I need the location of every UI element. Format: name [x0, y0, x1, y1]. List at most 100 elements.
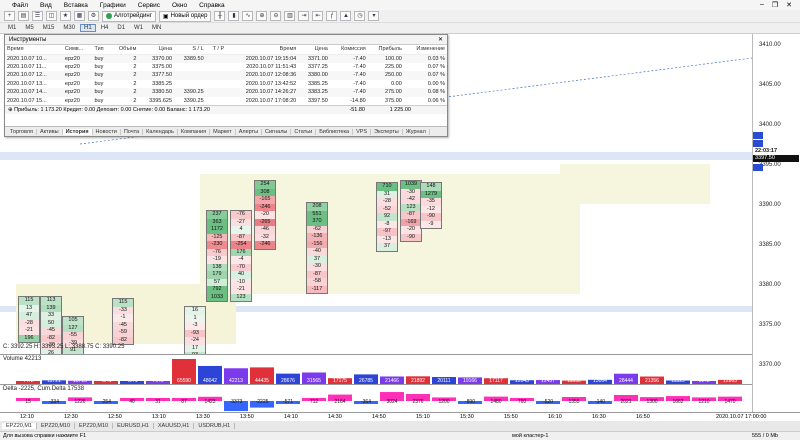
cluster-bar[interactable]: 208 551 370 -62 -136 -156 -40 37 -30 -87 -58 -117 [306, 202, 328, 294]
history-row[interactable]: 2020.10.07 15... epz20 buy 2 3395.625 3390.25… [5, 97, 447, 106]
chart-shift-icon[interactable]: ⇤ [312, 11, 324, 21]
cluster-bar[interactable]: 254 308 -165 -246 -20 -265 -46 -32 -246 [254, 180, 276, 250]
toolbox-tab[interactable]: Календарь [143, 128, 178, 135]
volume-panel[interactable]: Volume 42213 4472 11721 10716 4541 4271 7646 6… [0, 354, 752, 385]
toolbox-tab[interactable]: Библиотека [316, 128, 354, 135]
tf-m5[interactable]: M5 [21, 24, 37, 32]
tf-h4[interactable]: H4 [97, 24, 113, 32]
tf-m1[interactable]: M1 [4, 24, 20, 32]
zoom-out-icon[interactable]: ⊖ [270, 11, 282, 21]
tester-icon[interactable]: ⚙ [88, 11, 99, 21]
column-header[interactable]: T / P [205, 45, 227, 55]
cluster-bar[interactable]: 710 31 -28 -52 92 -8 -97 -13 37 [376, 182, 398, 252]
candle-chart-icon[interactable]: ▮ [228, 11, 240, 21]
tf-m30[interactable]: M30 [59, 24, 79, 32]
column-header[interactable]: Цена [138, 45, 175, 55]
toolbox-tab[interactable]: Маркет [210, 128, 236, 135]
toolbox-tab[interactable]: VPS [353, 128, 372, 135]
history-row[interactable]: 2020.10.07 13... epz20 buy 2 3385.25 2020.10.… [5, 80, 447, 89]
close-icon[interactable]: ✕ [438, 35, 443, 45]
menu-tools[interactable]: Сервис [132, 2, 166, 9]
market-watch-icon[interactable]: ☰ [32, 11, 43, 21]
chart-tab[interactable]: EPZ20,M10 [37, 423, 76, 429]
new-chart-icon[interactable]: + [4, 11, 15, 21]
column-header[interactable]: Симв... [62, 45, 93, 55]
history-row[interactable]: 2020.10.07 10... epz20 buy 2 3370.00 3389.50 2… [5, 54, 447, 63]
cluster-bar[interactable]: 148 1279 -35 -12 -90 -9 [420, 182, 442, 229]
line-chart-icon[interactable]: ∿ [242, 11, 254, 21]
cluster-bar[interactable]: 115 13 47 -28 -21 196 [18, 296, 40, 343]
cluster-bar[interactable]: 237 363 1172 -125 -230 -76 -19 138 179 57 792 1033 [206, 210, 228, 302]
history-row[interactable]: 2020.10.07 11... epz20 buy 2 3375.00 2020.10.… [5, 63, 447, 72]
menu-window[interactable]: Окно [166, 2, 193, 9]
toolbox-tab[interactable]: Компания [178, 128, 211, 135]
history-cell: 3390.25 [183, 97, 204, 104]
history-cell: 0.00 [391, 80, 402, 87]
toolbox-tab[interactable]: Торговля [7, 128, 37, 135]
price-label: 3410.00 [759, 42, 781, 48]
column-header[interactable]: Время [5, 45, 63, 55]
tf-mn[interactable]: MN [148, 24, 165, 32]
chart-tab[interactable]: EPZ20,M10 [75, 423, 114, 429]
objects-icon[interactable]: ▲ [340, 11, 352, 21]
toolbox-tab[interactable]: Алерты [236, 128, 263, 135]
tf-m15[interactable]: M15 [39, 24, 59, 32]
new-order-button[interactable]: ▣ Новый ордер [158, 10, 212, 22]
cluster-bar[interactable]: 161-3-93-241793923-156 [184, 306, 206, 354]
algo-trading-button[interactable]: Алготрейдинг [102, 10, 156, 22]
delta-label: 1480 [490, 399, 501, 405]
cluster-bar[interactable]: -76 -27 4 -87 -254 176 -4 -70 40 -10 -21 123 [230, 210, 252, 302]
templates-icon[interactable]: ▾ [368, 11, 380, 21]
toolbox-tab[interactable]: Сигналы [262, 128, 292, 135]
column-header[interactable]: Цена [298, 45, 330, 55]
toolbox-tab[interactable]: Эксперты [371, 128, 403, 135]
chart-tab[interactable]: USDRUB,H1 [194, 423, 236, 429]
toolbox-tab[interactable]: Активы [37, 128, 63, 135]
history-row[interactable]: 2020.10.07 14... epz20 buy 2 3380.50 3390.25 2… [5, 88, 447, 97]
period-icon[interactable]: ◷ [354, 11, 366, 21]
minimize-icon[interactable]: – [760, 1, 764, 9]
navigator-icon[interactable]: ★ [60, 11, 71, 21]
chart-tab[interactable]: EPZ20,M1 [2, 423, 37, 429]
chart-tab[interactable]: XAUUSD,H1 [154, 423, 195, 429]
delta-panel[interactable]: Delta -2225, Cum.Delta 17538 15 -334 1226-… [0, 384, 752, 412]
column-header[interactable]: S / L [174, 45, 206, 55]
close-icon[interactable]: ✕ [786, 1, 792, 9]
cluster-bar[interactable]: 1039 -30 -42 123 -87 -169 -20 -90 [400, 180, 422, 242]
menu-insert[interactable]: Вставка [58, 2, 94, 9]
menu-view[interactable]: Вид [34, 2, 58, 9]
column-header[interactable]: Тип [92, 45, 110, 55]
restore-icon[interactable]: ❐ [772, 1, 778, 9]
tf-w1[interactable]: W1 [130, 24, 147, 32]
tile-icon[interactable]: ▥ [284, 11, 296, 21]
chart-tab[interactable]: EURUSD,H1 [113, 423, 154, 429]
column-header[interactable]: Изменение [403, 45, 447, 55]
column-header[interactable]: Время [226, 45, 299, 55]
autoscroll-icon[interactable]: ⇥ [298, 11, 310, 21]
cluster-chart[interactable]: 115 13 47 -28 -21 196 113 139 33 50 -45 -82 -30 26 105… [0, 34, 752, 354]
toolbox-tab[interactable]: Новости [93, 128, 121, 135]
toolbox-tab[interactable]: Почта [121, 128, 144, 135]
menu-file[interactable]: Файл [6, 2, 34, 9]
profiles-icon[interactable]: ▤ [18, 11, 29, 21]
indicators-icon[interactable]: ƒ [326, 11, 338, 21]
toolbox-tab[interactable]: Статьи [291, 128, 317, 135]
zoom-in-icon[interactable]: ⊕ [256, 11, 268, 21]
history-row[interactable]: 2020.10.07 12... epz20 buy 2 3377.50 2020.10.… [5, 71, 447, 80]
bar-chart-icon[interactable]: ╫ [214, 11, 226, 21]
toolbox-tab[interactable]: Журнал [403, 128, 430, 135]
column-header[interactable]: Объём [109, 45, 139, 55]
data-window-icon[interactable]: ◫ [46, 11, 57, 21]
toolbox-tab[interactable]: История [62, 128, 93, 135]
column-header[interactable]: Прибыль [367, 45, 404, 55]
cluster-bar[interactable]: 115 -33 -1 -45 -59 -82 [112, 298, 134, 345]
menu-charts[interactable]: Графики [94, 2, 132, 9]
column-header[interactable]: Комиссия [329, 45, 368, 55]
tf-h1[interactable]: H1 [80, 24, 96, 32]
cluster-cell: -28 [19, 319, 39, 327]
menu-help[interactable]: Справка [193, 2, 231, 9]
price-axis[interactable]: 3410.00 3405.00 3400.00 3395.00 3390.00 3385.… [752, 34, 800, 412]
cluster-cell: 17 [185, 344, 205, 352]
tf-d1[interactable]: D1 [113, 24, 129, 32]
terminal-icon[interactable]: ▦ [74, 11, 85, 21]
